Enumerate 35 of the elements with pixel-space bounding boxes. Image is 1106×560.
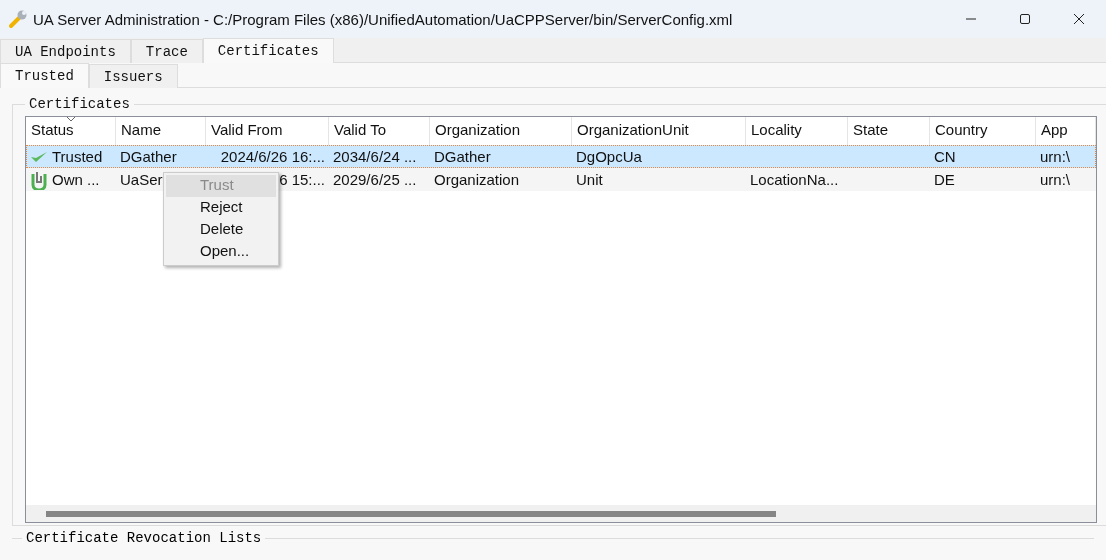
window-title: UA Server Administration - C:/Program Files (x86)/UnifiedAutomation/UaCPPServer/bin/ServerConfig.xml	[33, 10, 733, 28]
maximize-icon	[1019, 13, 1031, 25]
menu-item[interactable]: Open...	[166, 241, 276, 263]
table-cell: CN	[934, 148, 956, 165]
table-cell: Organization	[434, 171, 520, 188]
scrollbar-thumb[interactable]	[46, 510, 776, 517]
group-title: Certificates	[28, 96, 131, 112]
table-cell: 2024/6/26 16:...	[220, 148, 325, 165]
table-cell: Unit	[576, 171, 603, 188]
table-cell: LocationNa...	[750, 171, 839, 188]
scrollbar[interactable]	[26, 505, 1096, 522]
certificate-icon	[30, 169, 48, 190]
table-cell: urn:\	[1040, 171, 1070, 188]
menu-item[interactable]: Reject	[166, 197, 276, 219]
table-row[interactable]: Trusted DGather 2024/6/26 16:... 2034/6/24 ... DGather DgOpcUa CN urn:\	[26, 145, 1096, 168]
table-cell: 6 15:...	[279, 171, 325, 188]
table-cell: DgOpcUa	[576, 148, 642, 165]
table-cell: DGather	[434, 148, 491, 165]
menu-item[interactable]: Delete	[166, 219, 276, 241]
wrench-icon	[8, 9, 28, 29]
tab[interactable]: Trace	[130, 39, 203, 63]
table-cell: urn:\	[1040, 148, 1070, 165]
tab[interactable]: Trusted	[0, 63, 89, 88]
table-cell: Own ...	[52, 171, 100, 188]
close-icon	[1073, 13, 1085, 25]
sort-icon	[66, 117, 76, 122]
table-cell: DE	[934, 171, 955, 188]
tab[interactable]: Issuers	[88, 64, 178, 88]
table-cell: 2029/6/25 ...	[333, 171, 417, 188]
tab[interactable]: UA Endpoints	[0, 39, 131, 63]
table-cell: 2034/6/24 ...	[333, 148, 417, 165]
table-cell: UaSer	[120, 171, 163, 188]
table-cell: Trusted	[52, 148, 103, 165]
table-cell: DGather	[120, 148, 177, 165]
tab[interactable]: Certificates	[202, 38, 334, 63]
